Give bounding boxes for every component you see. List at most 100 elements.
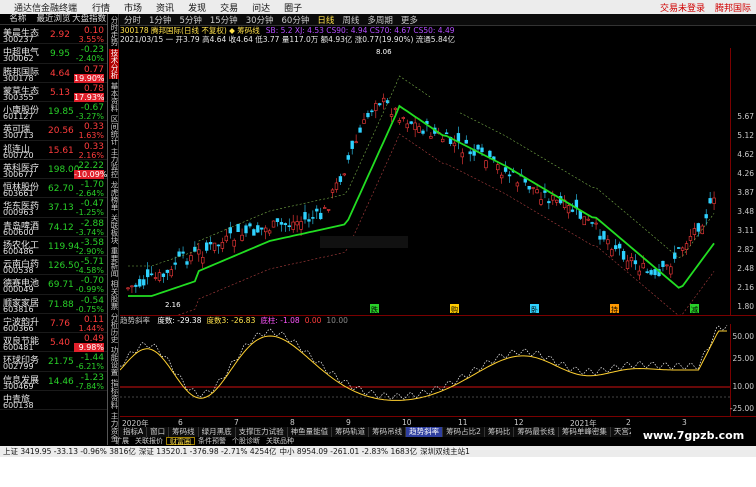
tool-tab[interactable]: 分时走势: [109, 16, 119, 46]
extension-tab[interactable]: 个股诊断: [229, 437, 263, 445]
period-option[interactable]: 1分钟: [145, 14, 175, 26]
indicator-tab[interactable]: 窗口: [147, 427, 170, 437]
stock-row[interactable]: 英科医疗 300677 198.00 -22.22 -10.09%: [0, 160, 107, 179]
status-bar: 上证 3419.95 -33.13 -0.96% 3816亿 深证 13520.…: [0, 446, 756, 457]
stock-row[interactable]: 英可瑞 300713 20.56 0.33 1.63%: [0, 121, 107, 141]
menu-item-circle[interactable]: 圈子: [277, 1, 309, 14]
tool-tab[interactable]: 功能设置: [109, 346, 119, 376]
stock-row[interactable]: 恒林股份 603661 62.70 -1.70 -2.64%: [0, 179, 107, 199]
candle-body: [535, 189, 539, 194]
candle-body: [429, 136, 433, 139]
stock-row[interactable]: 蒙草生态 300355 5.13 0.78 17.93%: [0, 83, 107, 102]
candle-body: [539, 199, 543, 205]
stock-row[interactable]: 环球印务 002799 21.75 -1.44 -6.21%: [0, 352, 107, 372]
high-price-label: 8.06: [376, 48, 392, 56]
candle-body: [271, 220, 276, 228]
tool-tab[interactable]: 龙虎榜单: [109, 181, 119, 211]
indicator-tab[interactable]: 支撑压力试验: [236, 427, 288, 437]
tool-tab[interactable]: 重要新闻: [109, 247, 119, 277]
period-option[interactable]: 周线: [338, 14, 363, 26]
tab-recent[interactable]: 最近浏览: [36, 14, 72, 24]
status-sme-index: 中小 8954.09 -261.01 -2.83% 1683亿: [279, 447, 418, 456]
tool-tab[interactable]: 指标资料: [109, 379, 119, 409]
candle-body: [130, 285, 134, 288]
indicator-tab[interactable]: 筹码线: [169, 427, 199, 437]
candle-body: [197, 249, 201, 255]
candle-body: [531, 187, 535, 189]
stock-row[interactable]: 宁波韵升 600366 7.76 0.11 1.44%: [0, 314, 107, 333]
tab-index[interactable]: 大盘指数: [71, 14, 107, 24]
tool-tab[interactable]: 分析历史: [109, 313, 119, 343]
candle-body: [185, 261, 189, 265]
indicator-tab[interactable]: 绿月黑底: [199, 427, 236, 437]
extension-tab[interactable]: 扩展: [112, 437, 132, 445]
indicator-tab[interactable]: 趋势斜率: [406, 427, 444, 437]
candlestick-chart[interactable]: 8.06 2.16 跌 购 卧 持 减: [120, 48, 730, 315]
indicator-tab[interactable]: 筹码比: [485, 427, 515, 437]
indicator-tab[interactable]: 筹码单峰密集: [559, 427, 611, 437]
extension-tab[interactable]: 条件预警: [195, 437, 229, 445]
stock-row[interactable]: 顺家家居 603816 71.88 -0.54 -0.75%: [0, 295, 107, 314]
candle-body: [366, 113, 370, 118]
tool-tab[interactable]: 关联板块: [109, 214, 119, 244]
stock-row[interactable]: 美晨生态 300237 2.92 0.10 3.55%: [0, 25, 107, 45]
candle-body: [413, 122, 417, 131]
indicator-tab[interactable]: 筹码吊线: [369, 427, 407, 437]
tool-tab[interactable]: 基本资料: [109, 82, 119, 112]
candle-body: [480, 147, 484, 153]
price-tick: 4.62: [737, 150, 754, 159]
period-option[interactable]: 日线: [313, 14, 338, 26]
menu-item-quotes[interactable]: 行情: [85, 1, 117, 14]
candle-body: [653, 269, 657, 276]
menu-item-market[interactable]: 市场: [117, 1, 149, 14]
stock-row[interactable]: 中青旅 600138: [0, 391, 107, 410]
period-option[interactable]: 分时: [120, 14, 145, 26]
stock-row[interactable]: 祁连山 600720 15.61 0.33 2.16%: [0, 141, 107, 160]
stock-row[interactable]: 华东医药 000963 37.13 -0.47 -1.25%: [0, 198, 107, 218]
tool-tab[interactable]: 主力监控: [109, 148, 119, 178]
period-option[interactable]: 多周期: [363, 14, 397, 26]
stock-row[interactable]: 中超电气 300062 9.95 -0.23 -2.40%: [0, 44, 107, 64]
menu-item-ask[interactable]: 问达: [245, 1, 277, 14]
tab-name[interactable]: 名称: [0, 14, 36, 24]
stock-price: 21.75: [48, 357, 74, 368]
stock-row[interactable]: 信息发展 300469 14.46 -1.23 -7.84%: [0, 372, 107, 391]
indicator-tab[interactable]: 神鱼量能值: [288, 427, 333, 437]
stock-row[interactable]: 云南白药 000538 126.50 -5.71 -4.58%: [0, 256, 107, 276]
tool-tab[interactable]: 区间统计: [109, 115, 119, 145]
candle-body: [338, 176, 343, 182]
period-option[interactable]: 15分钟: [206, 14, 242, 26]
period-option[interactable]: 30分钟: [242, 14, 278, 26]
candle-body: [669, 266, 673, 275]
extension-tab[interactable]: 财富圈: [166, 437, 195, 446]
indicator-chart[interactable]: [120, 324, 730, 416]
lower-band-line: [177, 133, 715, 315]
menu-item-news[interactable]: 资讯: [149, 1, 181, 14]
app-title: 通达信金融终端: [14, 3, 78, 14]
indicator-tab[interactable]: 筹码最长线: [514, 427, 559, 437]
stock-row[interactable]: 小康股份 601127 19.85 -0.67 -3.27%: [0, 102, 107, 122]
indicator-tab[interactable]: 筹码占比2: [443, 427, 485, 437]
menu-item-trade[interactable]: 交易: [213, 1, 245, 14]
extension-tab[interactable]: 关联报价: [132, 437, 166, 445]
stock-pct: -3.74%: [75, 227, 104, 237]
candle-body: [216, 244, 221, 247]
period-option[interactable]: 60分钟: [278, 14, 314, 26]
menu-item-discover[interactable]: 发现: [181, 1, 213, 14]
stock-row[interactable]: 扬农化工 600486 119.94 -3.58 -2.90%: [0, 237, 107, 256]
stock-price: 2.92: [49, 30, 70, 40]
tool-tab[interactable]: 技术分析: [109, 49, 119, 79]
period-option[interactable]: 更多: [397, 14, 422, 26]
stock-row[interactable]: 青岛啤酒 600600 74.12 -2.88 -3.74%: [0, 218, 107, 237]
extension-tab[interactable]: 关联品种: [263, 437, 297, 445]
stock-row[interactable]: 德赛电池 000049 69.71 -0.70 -0.99%: [0, 275, 107, 295]
login-status-link[interactable]: 交易未登录: [655, 1, 710, 14]
period-option[interactable]: 5分钟: [175, 14, 205, 26]
indicator-tab[interactable]: 指标A: [120, 427, 148, 437]
candle-body: [692, 228, 697, 235]
stock-row[interactable]: 双良节能 600481 5.40 0.49 9.98%: [0, 333, 107, 353]
stock-row[interactable]: 腾邦国际 300178 4.64 0.77 19.90%: [0, 64, 107, 83]
tool-tab[interactable]: 相关股票: [109, 280, 119, 310]
indicator-tab[interactable]: 筹码轨道: [332, 427, 370, 437]
stock-pct: 19.90%: [74, 73, 105, 83]
